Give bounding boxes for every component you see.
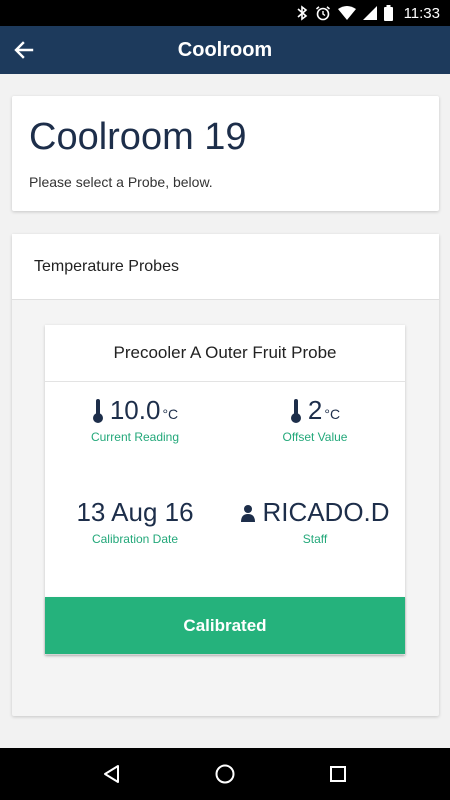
page-title: Coolroom 19 (29, 116, 247, 158)
coolroom-header-card: Coolroom 19 Please select a Probe, below… (12, 96, 439, 211)
app-bar: Coolroom (0, 26, 450, 74)
section-header: Temperature Probes (12, 234, 439, 300)
thermometer-icon (92, 398, 104, 424)
arrow-left-icon (14, 41, 34, 59)
calibration-date-label: Calibration Date (91, 532, 179, 546)
home-circle-icon (215, 764, 235, 784)
calibration-date-value: 13 Aug 16 (76, 497, 194, 527)
probe-name: Precooler A Outer Fruit Probe (45, 325, 405, 382)
probe-card[interactable]: Precooler A Outer Fruit Probe 10.0 °C Cu… (45, 325, 405, 655)
battery-icon (383, 5, 393, 21)
staff-label: Staff (302, 532, 328, 546)
thermometer-icon (290, 398, 302, 424)
signal-icon (362, 6, 377, 20)
calibration-date-metric: 13 Aug 16 Calibration Date (45, 497, 225, 546)
recents-square-icon (330, 766, 347, 782)
offset-value-metric: 2 °C Offset Value (225, 395, 405, 444)
offset-value: 2 (307, 395, 323, 425)
status-time: 11:33 (403, 4, 440, 22)
wifi-icon (337, 6, 356, 20)
back-triangle-icon (103, 765, 119, 783)
offset-unit: °C (324, 406, 341, 422)
staff-value: RICADO.D (262, 497, 390, 527)
nav-back-button[interactable] (92, 754, 132, 794)
offset-value-label: Offset Value (282, 430, 348, 444)
back-button[interactable] (6, 32, 42, 68)
app-bar-title: Coolroom (177, 38, 273, 61)
system-nav-bar (0, 748, 450, 800)
staff-metric: RICADO.D Staff (225, 497, 405, 546)
current-reading-label: Current Reading (90, 430, 180, 444)
person-icon (240, 504, 256, 522)
current-reading-value: 10.0 (109, 395, 161, 425)
temperature-probes-card: Temperature Probes Precooler A Outer Fru… (12, 234, 439, 716)
nav-home-button[interactable] (205, 754, 245, 794)
alarm-icon (315, 5, 331, 21)
bluetooth-icon (296, 5, 308, 21)
page-subtitle: Please select a Probe, below. (29, 174, 213, 190)
status-bar: 11:33 (0, 0, 450, 26)
current-reading-metric: 10.0 °C Current Reading (45, 395, 225, 444)
nav-recents-button[interactable] (318, 754, 358, 794)
section-title: Temperature Probes (34, 258, 179, 275)
calibrated-button[interactable]: Calibrated (45, 597, 405, 654)
current-reading-unit: °C (162, 406, 179, 422)
